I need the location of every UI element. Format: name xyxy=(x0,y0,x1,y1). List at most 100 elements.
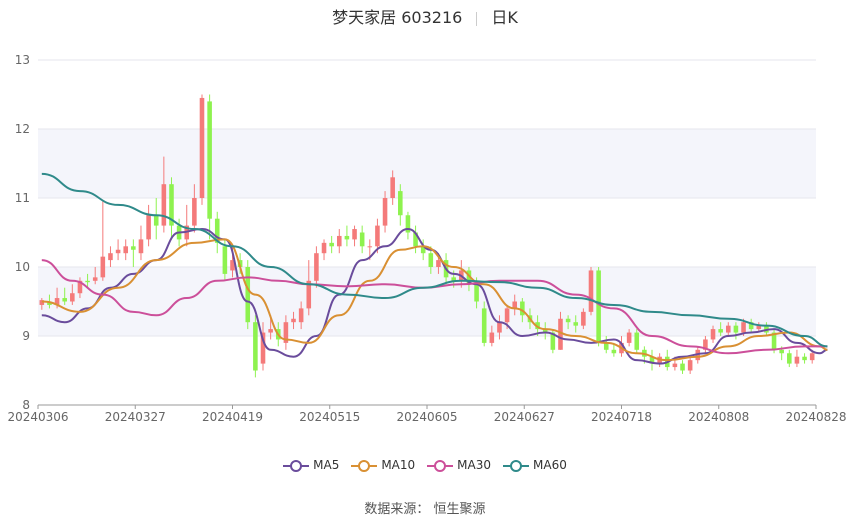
candle-body xyxy=(687,360,693,371)
x-tick-label: 20240605 xyxy=(396,410,457,424)
x-tick-label: 20240419 xyxy=(202,410,263,424)
candle-body xyxy=(802,356,807,361)
candle-body xyxy=(115,249,121,254)
candle-body xyxy=(718,329,723,333)
candle-body xyxy=(314,253,319,281)
candle-body xyxy=(359,232,365,247)
candle xyxy=(649,349,655,371)
legend-item-ma10[interactable]: MA10 xyxy=(351,458,415,473)
candle-body xyxy=(474,284,479,302)
candle-body xyxy=(634,332,640,350)
y-tick-label: 12 xyxy=(15,122,30,136)
x-tick-label: 20240306 xyxy=(7,410,68,424)
candle-body xyxy=(291,318,296,323)
y-tick-label: 9 xyxy=(22,329,30,343)
candle xyxy=(108,246,113,267)
x-tick-label: 20240515 xyxy=(299,410,360,424)
candle xyxy=(100,201,106,281)
candle-body xyxy=(62,298,67,302)
legend-label: MA60 xyxy=(533,458,567,473)
candle xyxy=(352,225,357,247)
candle xyxy=(253,315,258,378)
candle-body xyxy=(146,215,151,240)
y-tick-label: 10 xyxy=(15,260,30,274)
candle xyxy=(634,329,640,354)
candle-body xyxy=(725,325,731,333)
candle-body xyxy=(329,242,334,247)
legend-label: MA10 xyxy=(381,458,416,473)
legend: MA5 MA10 MA30 MA60 xyxy=(0,458,850,473)
candle-body xyxy=(596,270,601,343)
candle-body xyxy=(100,256,106,278)
candle xyxy=(588,267,594,316)
candle-body xyxy=(161,184,167,226)
candle-body xyxy=(123,246,129,254)
candle-body xyxy=(710,329,716,340)
candle-body xyxy=(245,267,251,323)
candle xyxy=(787,349,792,368)
candle xyxy=(359,225,365,254)
candle-body xyxy=(131,246,136,250)
candle xyxy=(603,336,609,354)
grid-band xyxy=(38,129,816,198)
candle-body xyxy=(489,332,495,343)
candle-body xyxy=(253,322,258,371)
candle-body xyxy=(481,308,487,343)
candle-body xyxy=(192,198,197,226)
candle-body xyxy=(779,349,784,354)
candle-body xyxy=(588,270,594,312)
candle-body xyxy=(344,235,350,240)
x-tick-label: 20240327 xyxy=(105,410,166,424)
candlestick-chart: 8910111213 20240306 20240327 20240419 20240… xyxy=(7,53,846,424)
candle-body xyxy=(787,353,792,364)
candle-body xyxy=(741,322,746,333)
candle-body xyxy=(436,260,441,267)
candle-body xyxy=(733,325,739,333)
x-tick-label: 20240718 xyxy=(591,410,652,424)
legend-marker-icon xyxy=(427,459,454,472)
candle-body xyxy=(367,246,373,248)
candle xyxy=(184,204,190,247)
candle xyxy=(199,94,205,205)
candle-body xyxy=(581,311,586,326)
x-tick-label: 20240627 xyxy=(494,410,555,424)
legend-marker-icon xyxy=(503,459,530,472)
candle-body xyxy=(565,318,571,323)
candle-body xyxy=(336,235,342,247)
legend-marker-icon xyxy=(283,459,310,472)
legend-item-ma5[interactable]: MA5 xyxy=(283,458,339,473)
candle xyxy=(123,239,129,261)
candle xyxy=(329,235,334,254)
legend-marker-icon xyxy=(351,459,378,472)
candle xyxy=(321,239,327,261)
candle-body xyxy=(573,322,579,326)
candle-body xyxy=(611,349,617,354)
x-tick-label: 20240828 xyxy=(785,410,846,424)
legend-item-ma30[interactable]: MA30 xyxy=(427,458,491,473)
legend-item-ma60[interactable]: MA60 xyxy=(503,458,567,473)
candle xyxy=(146,204,151,247)
candle xyxy=(687,356,693,374)
candle xyxy=(214,211,220,254)
data-source: 数据来源： 恒生聚源 xyxy=(364,502,486,517)
candle-body xyxy=(352,229,357,240)
candle-body xyxy=(626,332,632,343)
candle-body xyxy=(92,277,98,281)
candle-body xyxy=(390,177,395,198)
candle xyxy=(115,239,121,261)
candle-body xyxy=(298,308,304,323)
candle-body xyxy=(794,356,800,364)
candle-body xyxy=(497,322,502,333)
candle-body xyxy=(398,191,403,216)
candle-body xyxy=(108,253,113,261)
candle-body xyxy=(222,246,228,274)
candle xyxy=(153,198,159,240)
candle-body xyxy=(672,363,678,368)
candle-body xyxy=(375,225,380,247)
legend-label: MA5 xyxy=(313,458,340,473)
candle-body xyxy=(680,363,685,371)
candle xyxy=(703,336,708,354)
candle xyxy=(794,349,800,368)
candle-body xyxy=(382,198,388,226)
candle-body xyxy=(70,293,75,302)
